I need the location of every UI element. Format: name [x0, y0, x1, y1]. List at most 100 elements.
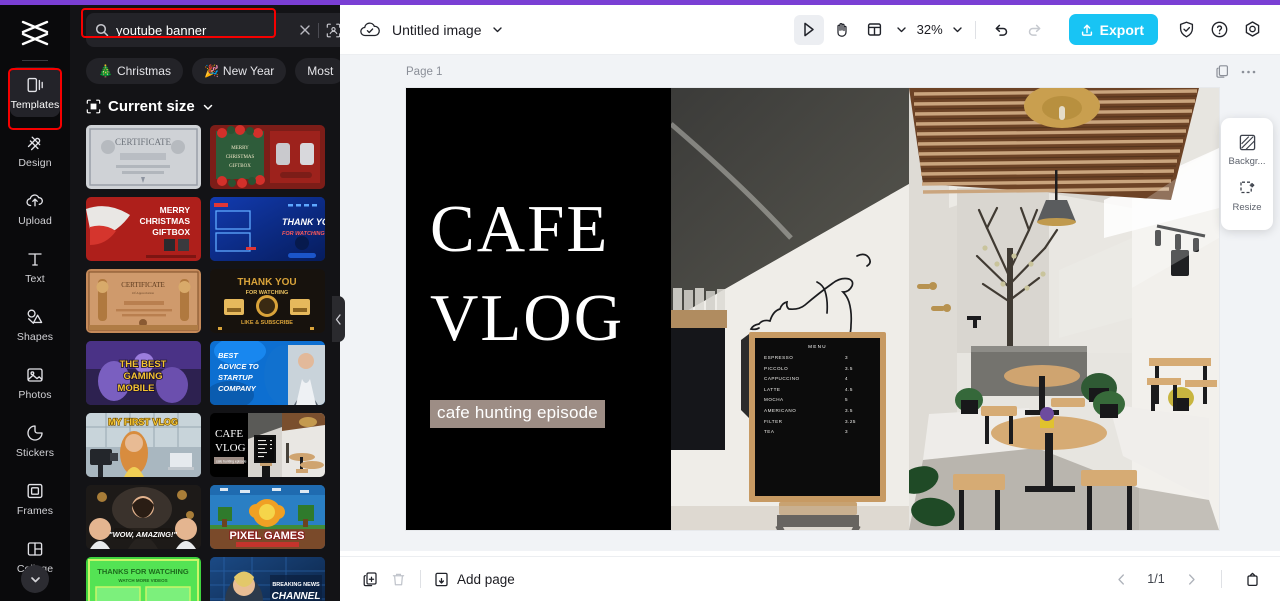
select-tool-button[interactable]	[793, 14, 824, 45]
template-thumbnail[interactable]: THANKS FOR WATCHING WATCH MORE VIDEOS	[86, 557, 201, 601]
artboard[interactable]: CAFE VLOG cafe hunting episode MENU ESPR…	[406, 88, 1219, 530]
sidebar-item-stickers[interactable]: Stickers	[10, 415, 60, 465]
more-horizontal-icon[interactable]	[1241, 69, 1256, 75]
top-toolbar: Untitled image 32% Export	[340, 5, 1280, 55]
menu-row: CAPPUCCINO 4	[764, 376, 871, 381]
page-label: Page 1	[406, 65, 443, 78]
layout-chevron-down-icon[interactable]	[895, 23, 908, 36]
panel-collapse-handle[interactable]	[332, 296, 345, 342]
page-actions	[1215, 64, 1280, 79]
template-preview: MERRY CHRISTMAS GIFTBOX	[86, 197, 201, 261]
help-circle-icon[interactable]	[1204, 15, 1234, 45]
zoom-chevron-down-icon[interactable]	[951, 23, 964, 36]
menu-list: MENU ESPRESSO 3 PICCOLO 3.5 CAPPUCCINO 4 LATTE 4…	[755, 338, 880, 496]
hand-tool-button[interactable]	[827, 15, 857, 45]
svg-text:WATCH MORE VIDEOS: WATCH MORE VIDEOS	[118, 578, 167, 583]
bottom-divider	[420, 570, 421, 588]
template-thumbnail[interactable]: THANK YOU FOR WATCHING LIKE & SUBSCRIBE	[210, 269, 325, 333]
photo-cafe-interior[interactable]	[909, 88, 1219, 530]
image-search-icon[interactable]	[326, 23, 340, 38]
search-box[interactable]	[81, 8, 340, 47]
capcut-logo-icon[interactable]	[15, 16, 55, 50]
template-preview: CERTIFICATE	[86, 125, 201, 189]
svg-text:THANK YOU: THANK YOU	[282, 217, 325, 227]
sidebar-item-frames[interactable]: Frames	[10, 473, 60, 523]
template-thumbnail[interactable]: CERTIFICATE Of Appreciation	[86, 269, 201, 333]
sidebar-item-photos[interactable]: Photos	[10, 357, 60, 407]
svg-text:ADVICE TO: ADVICE TO	[217, 362, 259, 371]
next-page-button[interactable]	[1177, 565, 1205, 593]
template-thumbnail[interactable]: BREAKING NEWSCHANNELNAME	[210, 557, 325, 601]
template-thumbnail[interactable]: MY FIRST VLOG	[86, 413, 201, 477]
svg-text:CAFE: CAFE	[215, 428, 243, 440]
prev-page-button[interactable]	[1107, 565, 1135, 593]
shapes-icon	[24, 306, 46, 328]
current-size-selector[interactable]: Current size	[70, 84, 340, 115]
rail-more-button[interactable]	[21, 565, 49, 593]
svg-text:"WOW, AMAZING!": "WOW, AMAZING!"	[109, 530, 177, 539]
menu-row: FILTER 3.25	[764, 419, 871, 424]
zoom-level[interactable]: 32%	[917, 22, 943, 37]
layout-tool-button[interactable]	[860, 15, 890, 45]
category-chip-new-year[interactable]: 🎉 New Year	[191, 58, 287, 84]
trash-icon[interactable]	[384, 565, 412, 593]
export-button[interactable]: Export	[1068, 14, 1158, 45]
timer-icon[interactable]	[1238, 565, 1266, 593]
template-thumbnail[interactable]: BEST ADVICE TO STARTUP COMPANY	[210, 341, 325, 405]
settings-gear-icon[interactable]	[1237, 15, 1267, 45]
design-title-panel[interactable]: CAFE VLOG cafe hunting episode	[406, 88, 671, 530]
left-rail: Templates Design Upload Text Shapes Photos Sti…	[0, 0, 70, 601]
template-thumbnail[interactable]: THANK YOU FOR WATCHING !	[210, 197, 325, 261]
canvas-area[interactable]: Page 1 CAFE VLOG cafe hunting episode ME…	[340, 55, 1280, 551]
redo-button[interactable]	[1020, 15, 1050, 45]
add-page-label: Add page	[457, 571, 515, 587]
category-chip-christmas[interactable]: 🎄 Christmas	[86, 58, 183, 84]
template-thumbnail[interactable]: THE BEST GAMING MOBILE	[86, 341, 201, 405]
sidebar-item-shapes[interactable]: Shapes	[10, 299, 60, 349]
sidebar-item-label: Frames	[16, 504, 54, 517]
menu-row: PICCOLO 3.5	[764, 366, 871, 371]
template-thumbnail[interactable]: MERRY CHRISTMAS GIFTBOX	[210, 125, 325, 189]
text-icon	[24, 248, 46, 270]
sidebar-item-templates[interactable]: Templates	[10, 67, 60, 117]
duplicate-icon[interactable]	[356, 565, 384, 593]
template-thumbnail[interactable]: CERTIFICATE	[86, 125, 201, 189]
template-preview: THE BEST GAMING MOBILE	[86, 341, 201, 405]
main-area: Untitled image 32% Export Page 1 CAFE VL…	[340, 5, 1280, 601]
svg-text:BEST: BEST	[218, 351, 239, 360]
menu-item-price: 3.5	[845, 365, 853, 371]
menu-item-name: ESPRESSO	[764, 355, 794, 360]
template-thumbnail[interactable]: CAFE VLOG cafe hunting episode	[210, 413, 325, 477]
background-button[interactable]: Backgr...	[1221, 127, 1273, 173]
stickers-icon	[24, 422, 46, 444]
svg-text:cafe hunting episode: cafe hunting episode	[216, 460, 247, 464]
add-page-button[interactable]: Add page	[433, 571, 515, 588]
chevron-down-icon	[202, 101, 214, 113]
shield-check-icon[interactable]	[1171, 15, 1201, 45]
search-input[interactable]	[116, 22, 292, 38]
sidebar-item-text[interactable]: Text	[10, 241, 60, 291]
cloud-saved-icon[interactable]	[359, 19, 381, 41]
resize-button[interactable]: Resize	[1221, 173, 1273, 219]
duplicate-page-icon[interactable]	[1215, 64, 1230, 79]
sidebar-item-upload[interactable]: Upload	[10, 183, 60, 233]
document-menu-chevron-down-icon[interactable]	[491, 23, 504, 36]
document-name[interactable]: Untitled image	[392, 22, 482, 38]
svg-text:Of Appreciation: Of Appreciation	[132, 291, 154, 295]
background-label: Backgr...	[1228, 156, 1266, 167]
close-icon[interactable]	[299, 24, 311, 36]
cafe-interior-photo	[909, 88, 1219, 530]
template-preview: BREAKING NEWSCHANNELNAME	[210, 557, 325, 601]
menu-item-price: 3.25	[845, 418, 856, 424]
template-thumbnail[interactable]: PIXEL GAMES	[210, 485, 325, 549]
sidebar-item-label: Templates	[10, 98, 60, 111]
sidebar-item-design[interactable]: Design	[10, 125, 60, 175]
template-thumbnail[interactable]: "WOW, AMAZING!"	[86, 485, 201, 549]
page-indicator: 1/1	[1147, 572, 1165, 586]
photo-menu-board[interactable]: MENU ESPRESSO 3 PICCOLO 3.5 CAPPUCCINO 4 LATTE 4…	[671, 88, 909, 530]
menu-item-name: AMERICANO	[764, 407, 797, 413]
undo-button[interactable]	[987, 15, 1017, 45]
svg-text:THANK YOU: THANK YOU	[237, 277, 296, 288]
category-chip-most[interactable]: Most	[295, 58, 340, 84]
template-thumbnail[interactable]: MERRY CHRISTMAS GIFTBOX	[86, 197, 201, 261]
